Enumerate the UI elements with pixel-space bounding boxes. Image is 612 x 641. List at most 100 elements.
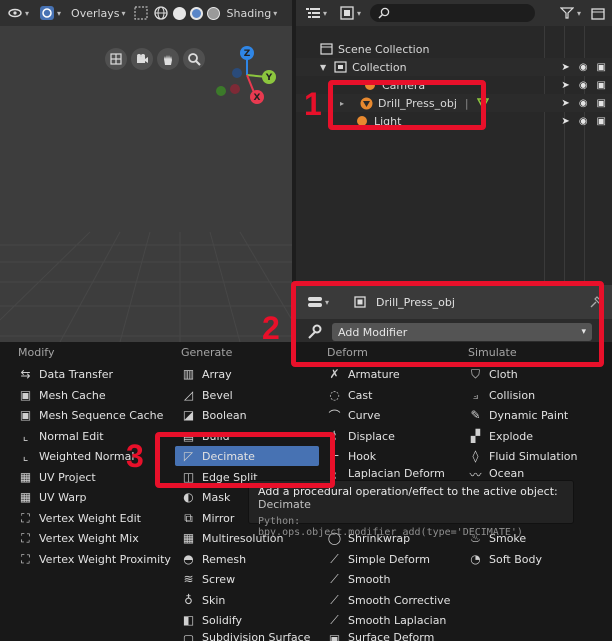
search-icon	[376, 5, 392, 21]
smooth-laplacian-icon: ⟋	[330, 612, 339, 627]
menu-item-cloth[interactable]: ⛉ Cloth	[468, 364, 518, 384]
menu-item-smooth-laplacian[interactable]: ⟋ Smooth Laplacian	[327, 610, 446, 630]
menu-item-curve[interactable]: ⌒ Curve	[327, 405, 380, 425]
camera-render-icon[interactable]: ▣	[597, 98, 606, 109]
eye-visibility-icon[interactable]: ◉	[579, 98, 588, 109]
outliner-panel: ▾ ▾ ▾ Scene Collection ▼ Collection ➤ ◉ …	[296, 0, 612, 285]
menu-item-surface-deform[interactable]: ▣ Surface Deform	[327, 631, 434, 641]
editor-type-button[interactable]: ▾	[302, 3, 330, 23]
annotation-box-3	[155, 432, 335, 488]
menu-item-skin[interactable]: ♁ Skin	[181, 590, 225, 610]
filter-funnel-icon	[559, 5, 575, 21]
menu-item-laplacian-deform[interactable]: ⌇ Laplacian Deform	[327, 467, 445, 479]
menu-item-screw[interactable]: ≋ Screw	[181, 569, 235, 589]
view-object-types-button[interactable]: ▾	[4, 3, 32, 23]
overlays-label: Overlays	[71, 6, 120, 20]
eye-pointer-icon	[7, 5, 23, 21]
menu-item-mesh-cache[interactable]: ▣ Mesh Cache	[18, 385, 106, 405]
menu-item-data-transfer[interactable]: ⇆ Data Transfer	[18, 364, 113, 384]
menu-item-vertex-weight-edit[interactable]: ⛶ Vertex Weight Edit	[18, 508, 141, 528]
boolean-icon: ◪	[182, 408, 195, 422]
outliner-search-input[interactable]	[370, 4, 536, 22]
menu-item-array[interactable]: ▥ Array	[181, 364, 232, 384]
rendered-shading-icon[interactable]	[206, 6, 220, 20]
wireframe-shading-icon[interactable]	[153, 5, 169, 21]
pan-hand-icon[interactable]	[157, 48, 179, 70]
menu-item-cast[interactable]: ◌ Cast	[327, 385, 372, 405]
menu-item-weighted-normal[interactable]: ⌞ Weighted Normal	[18, 446, 135, 466]
menu-column-heading-modify: Modify	[18, 346, 55, 359]
outliner-list-icon	[305, 5, 321, 21]
menu-item-soft-body[interactable]: ◔ Soft Body	[468, 549, 542, 569]
row-restriction-toggles: ➤ ◉ ▣	[561, 98, 606, 109]
camera-render-icon[interactable]: ▣	[597, 80, 606, 91]
shading-button[interactable]: Shading ▾	[224, 3, 281, 23]
material-shading-icon[interactable]	[189, 6, 203, 20]
expand-chevron-icon[interactable]: ▼	[320, 63, 326, 72]
eye-visibility-icon[interactable]: ◉	[579, 62, 588, 73]
overlays-button[interactable]: Overlays ▾	[68, 3, 129, 23]
menu-item-dynamic-paint[interactable]: ✎ Dynamic Paint	[468, 405, 568, 425]
select-pointer-icon[interactable]: ➤	[561, 80, 569, 91]
new-collection-icon[interactable]	[590, 5, 606, 21]
menu-item-ocean[interactable]: 〰 Ocean	[468, 467, 524, 479]
collision-icon: ⟓	[472, 387, 479, 402]
camera-render-icon[interactable]: ▣	[597, 62, 606, 73]
axis-gizmo[interactable]: Z Y X	[215, 45, 285, 105]
eye-visibility-icon[interactable]: ◉	[579, 80, 588, 91]
explode-icon: ▞	[470, 429, 481, 443]
3d-viewport[interactable]: ▾ ▾ Overlays ▾ Shading ▾ Z Y X	[0, 0, 292, 342]
toggle-view-grid-icon[interactable]	[105, 48, 127, 70]
menu-item-armature[interactable]: ✗ Armature	[327, 364, 399, 384]
filter-button[interactable]: ▾	[556, 3, 584, 23]
menu-item-uv-project[interactable]: ▦ UV Project	[18, 467, 96, 487]
menu-item-collision[interactable]: ⟓ Collision	[468, 385, 535, 405]
gizmo-icon	[39, 5, 55, 21]
camera-view-icon[interactable]	[131, 48, 153, 70]
multiresolution-icon: ▦	[182, 531, 195, 545]
menu-item-remesh[interactable]: ◓ Remesh	[181, 549, 246, 569]
mesh-cache-icon: ▣	[19, 388, 32, 402]
menu-item-mirror[interactable]: ⧉ Mirror	[181, 508, 234, 528]
zoom-magnifier-icon[interactable]	[183, 48, 205, 70]
menu-item-solidify[interactable]: ◧ Solidify	[181, 610, 242, 630]
collection-row[interactable]: ▼ Collection ➤ ◉ ▣	[296, 58, 612, 76]
select-pointer-icon[interactable]: ➤	[561, 98, 569, 109]
mirror-icon: ⧉	[184, 510, 193, 525]
mesh-sequence-cache-icon: ▣	[19, 408, 32, 422]
annotation-number-2: 2	[262, 310, 280, 346]
menu-item-subdivision-surface[interactable]: ▢ Subdivision Surface	[181, 631, 311, 641]
annotation-box-2	[291, 281, 604, 367]
menu-item-mesh-sequence-cache[interactable]: ▣ Mesh Sequence Cache	[18, 405, 164, 425]
vertex-weight-icon: ⛶	[21, 551, 30, 566]
shading-label: Shading	[226, 6, 272, 20]
menu-item-vertex-weight-proximity[interactable]: ⛶ Vertex Weight Proximity	[18, 549, 171, 569]
camera-render-icon[interactable]: ▣	[597, 116, 606, 127]
select-pointer-icon[interactable]: ➤	[561, 116, 569, 127]
menu-item-explode[interactable]: ▞ Explode	[468, 426, 533, 446]
vertex-weight-icon: ⛶	[21, 530, 30, 545]
collection-icon	[332, 59, 348, 75]
menu-item-displace[interactable]: ⌇ Displace	[327, 426, 395, 446]
chevron-down-icon: ▾	[273, 8, 278, 18]
scene-collection-row[interactable]: Scene Collection	[296, 40, 612, 58]
menu-item-bevel[interactable]: ◿ Bevel	[181, 385, 233, 405]
menu-item-normal-edit[interactable]: ⌞ Normal Edit	[18, 426, 104, 446]
mask-icon: ◐	[183, 490, 194, 504]
tooltip-highlight: Decimate	[258, 498, 311, 511]
menu-item-boolean[interactable]: ◪ Boolean	[181, 405, 247, 425]
display-mode-button[interactable]: ▾	[336, 3, 364, 23]
xray-toggle-icon[interactable]	[133, 5, 149, 21]
menu-item-vertex-weight-mix[interactable]: ⛶ Vertex Weight Mix	[18, 528, 138, 548]
eye-visibility-icon[interactable]: ◉	[579, 116, 588, 127]
remesh-icon: ◓	[183, 552, 194, 566]
menu-item-smooth[interactable]: ⟋ Smooth	[327, 569, 390, 589]
gizmo-toggle-button[interactable]: ▾	[36, 3, 64, 23]
menu-item-uv-warp[interactable]: ▦ UV Warp	[18, 487, 87, 507]
menu-item-fluid-simulation[interactable]: ◊ Fluid Simulation	[468, 446, 578, 466]
solid-shading-icon[interactable]	[172, 6, 186, 20]
menu-item-simple-deform[interactable]: ⟋ Simple Deform	[327, 549, 430, 569]
select-pointer-icon[interactable]: ➤	[561, 62, 569, 73]
menu-item-smooth-corrective[interactable]: ⟋ Smooth Corrective	[327, 590, 450, 610]
menu-item-mask[interactable]: ◐ Mask	[181, 487, 230, 507]
